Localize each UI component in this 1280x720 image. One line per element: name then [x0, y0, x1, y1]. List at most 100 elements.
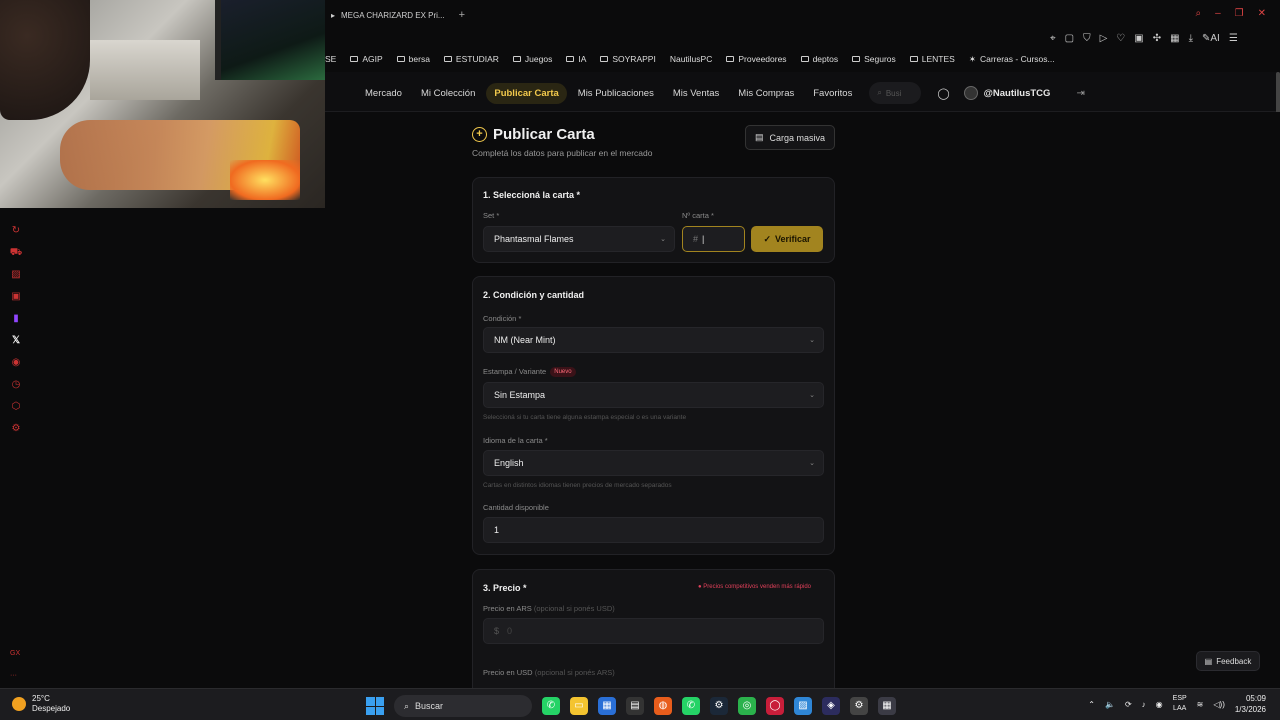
wifi-icon[interactable]: ≋: [1197, 700, 1204, 709]
bookmark-item[interactable]: Seguros: [852, 54, 896, 64]
new-tab-icon[interactable]: +: [459, 9, 465, 21]
nav-mi-coleccion[interactable]: Mi Colección: [413, 83, 483, 104]
logout-icon[interactable]: ⇥: [1076, 88, 1084, 99]
pin-icon[interactable]: ⌖: [1050, 33, 1056, 44]
condition-select[interactable]: NM (Near Mint) ⌄: [483, 327, 824, 353]
site-header: Mercado Mi Colección Publicar Carta Mis …: [325, 72, 1280, 112]
app-icon[interactable]: ◈: [822, 697, 840, 715]
bookmark-item[interactable]: deptos: [800, 54, 838, 64]
sidebar-cube-icon[interactable]: ⬡: [8, 401, 24, 415]
sidebar-slash-icon[interactable]: ▨: [8, 269, 24, 283]
menu-icon[interactable]: ☰: [1229, 33, 1238, 44]
sidebar-bag-icon[interactable]: ⛟: [8, 247, 24, 261]
file-explorer-icon[interactable]: ▭: [570, 697, 588, 715]
nav-mis-publicaciones[interactable]: Mis Publicaciones: [570, 83, 662, 104]
download-icon[interactable]: ⤓: [1189, 33, 1193, 44]
bookmark-item[interactable]: NautilusPC: [670, 54, 713, 64]
sidebar-settings-icon[interactable]: ⚙: [8, 423, 24, 437]
bookmark-item[interactable]: bersa: [396, 54, 430, 64]
card-number-label: Nº carta *: [682, 211, 714, 220]
ai-icon[interactable]: ✎AI: [1202, 33, 1220, 44]
search-tabs-icon[interactable]: ⌕: [1195, 8, 1201, 19]
sidebar-play-icon[interactable]: ◉: [8, 357, 24, 371]
nav-publicar-carta[interactable]: Publicar Carta: [486, 82, 567, 104]
calculator-icon[interactable]: ▦: [878, 697, 896, 715]
snapshot-icon[interactable]: ▢: [1065, 33, 1074, 44]
sidebar-m-icon[interactable]: ▣: [8, 291, 24, 305]
bookmark-item[interactable]: ESTUDIAR: [443, 54, 499, 64]
shield-icon[interactable]: ⛉: [1083, 33, 1091, 44]
nav-mis-compras[interactable]: Mis Compras: [730, 83, 802, 104]
maximize-icon[interactable]: ❐: [1235, 8, 1244, 19]
windows-start-icon[interactable]: [366, 697, 384, 715]
section2-title: 2. Condición y cantidad: [483, 290, 585, 300]
terminal-icon[interactable]: ▤: [626, 697, 644, 715]
sync-icon[interactable]: ⟳: [1125, 700, 1132, 709]
search-input[interactable]: ⌕ Busi: [869, 82, 922, 104]
x-icon[interactable]: 𝕏: [8, 335, 24, 349]
taskbar-search[interactable]: ⌕ Buscar: [394, 695, 532, 717]
bookmark-item[interactable]: AGIP: [350, 54, 383, 64]
puzzle-icon[interactable]: ✣: [1153, 33, 1161, 44]
store-icon[interactable]: ▦: [598, 697, 616, 715]
weather-widget[interactable]: 25°C Despejado: [12, 694, 70, 714]
steam-icon[interactable]: ⚙: [710, 697, 728, 715]
price-hint: ● Precios competitivos venden más rápido: [698, 584, 812, 590]
sidebar-clock-icon[interactable]: ◷: [8, 379, 24, 393]
browser-tab[interactable]: ▸ MEGA CHARIZARD EX Pri... +: [325, 0, 471, 30]
whatsapp-icon[interactable]: ✆: [542, 697, 560, 715]
bookmark-item[interactable]: Juegos: [512, 54, 552, 64]
folder-icon: [852, 56, 861, 62]
bookmark-item[interactable]: IA: [566, 54, 586, 64]
bulk-upload-button[interactable]: ▤ Carga masiva: [745, 125, 835, 150]
photos-icon[interactable]: ▨: [794, 697, 812, 715]
chat-icon[interactable]: ◯: [937, 87, 949, 100]
heart-icon[interactable]: ♡: [1116, 33, 1125, 44]
vpn-icon[interactable]: ◉: [1156, 700, 1163, 709]
nav-mis-ventas[interactable]: Mis Ventas: [665, 83, 727, 104]
browser-app-icon[interactable]: ◍: [654, 697, 672, 715]
user-menu[interactable]: @NautilusTCG: [963, 86, 1050, 100]
chevron-up-icon[interactable]: ⌃: [1088, 700, 1095, 709]
table-icon: ▤: [754, 132, 764, 142]
quantity-input[interactable]: 1: [483, 517, 824, 543]
nav-mercado[interactable]: Mercado: [357, 83, 410, 104]
opera-gx-icon[interactable]: ◯: [766, 697, 784, 715]
whatsapp-business-icon[interactable]: ✆: [682, 697, 700, 715]
profile-icon[interactable]: ▦: [1170, 33, 1179, 44]
sidebar-refresh-icon[interactable]: ↻: [8, 225, 24, 239]
language-indicator[interactable]: ESP LAA: [1173, 694, 1187, 714]
condition-label: Condición *: [483, 314, 522, 323]
chevron-down-icon: ⌄: [660, 236, 666, 243]
stamp-select[interactable]: Sin Estampa ⌄: [483, 382, 824, 408]
mic-icon[interactable]: ♪: [1142, 700, 1146, 709]
language-select[interactable]: English ⌄: [483, 450, 824, 476]
verify-button[interactable]: ✓ Verificar: [751, 226, 823, 252]
minimize-icon[interactable]: –: [1215, 8, 1221, 19]
page-header: + Publicar Carta Completá los datos para…: [472, 126, 653, 158]
twitch-icon[interactable]: ▮: [8, 313, 24, 327]
more-icon[interactable]: ···: [10, 672, 17, 679]
card-number-input[interactable]: # |: [682, 226, 745, 252]
clock[interactable]: 05:09 1/3/2026: [1235, 693, 1266, 715]
bookmark-item[interactable]: SE: [325, 54, 336, 64]
sun-icon: [12, 697, 26, 711]
extension-icon[interactable]: ▣: [1134, 33, 1143, 44]
ars-price-input[interactable]: $0: [483, 618, 824, 644]
play-icon[interactable]: ▷: [1100, 33, 1108, 44]
nav-favoritos[interactable]: Favoritos: [805, 83, 860, 104]
close-icon[interactable]: ✕: [1258, 8, 1266, 19]
bookmark-item[interactable]: SOYRAPPI: [600, 54, 656, 64]
volume-icon[interactable]: ◁)): [1213, 700, 1224, 709]
settings-app-icon[interactable]: ⚙: [850, 697, 868, 715]
chat-app-icon[interactable]: ◎: [738, 697, 756, 715]
bookmark-item[interactable]: LENTES: [909, 54, 955, 64]
browser-toolbar: ⌖ ▢ ⛉ ▷ ♡ ▣ ✣ ▦ ⤓ ✎AI ☰: [1050, 30, 1280, 46]
gx-icon[interactable]: GX: [10, 650, 20, 657]
weather-status: Despejado: [32, 704, 71, 713]
speaker-icon[interactable]: 🔈: [1105, 700, 1115, 709]
bookmark-item[interactable]: Proveedores: [726, 54, 787, 64]
set-select[interactable]: Phantasmal Flames ⌄: [483, 226, 675, 252]
bookmark-item[interactable]: ✶ Carreras - Cursos...: [969, 54, 1055, 65]
feedback-button[interactable]: ▤ Feedback: [1196, 651, 1260, 671]
